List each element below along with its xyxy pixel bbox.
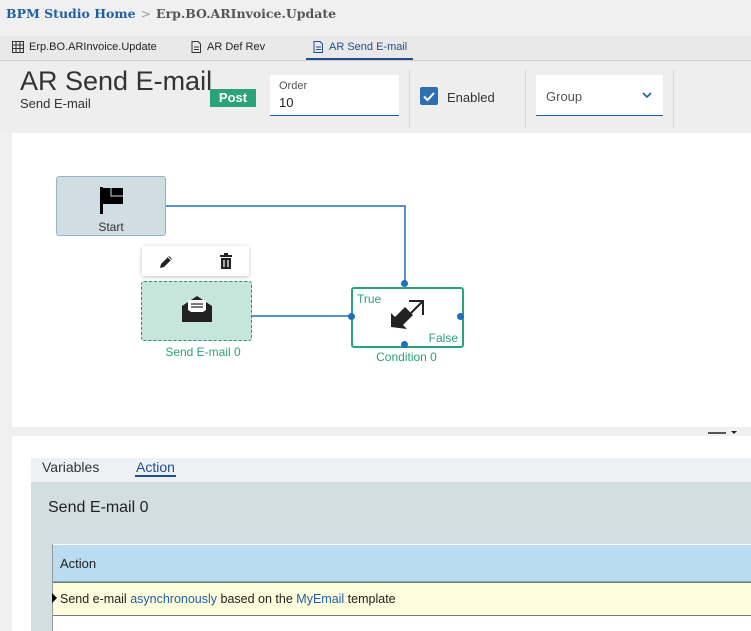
trash-icon[interactable] [217,252,235,270]
row-indicator-icon [52,593,57,603]
action-text: Send e-mail [60,592,131,606]
flag-icon [100,187,123,214]
connector-port[interactable] [457,313,464,320]
action-grid-header: Action [53,545,751,582]
condition-node-label: Condition 0 [376,350,437,364]
action-text: based on the [217,592,297,606]
template-link[interactable]: MyEmail [296,592,344,606]
condition-true-label: True [357,292,382,306]
connector-port[interactable] [401,341,408,348]
send-email-node-label: Send E-mail 0 [165,345,241,359]
start-node-label: Start [98,220,124,234]
condition-false-label: False [428,331,458,345]
tab-action[interactable]: Action [135,459,176,477]
action-text: template [344,592,396,606]
async-link[interactable]: asynchronously [130,592,217,606]
tab-variables[interactable]: Variables [42,459,99,475]
section-title: Send E-mail 0 [48,499,149,516]
action-description: Send e-mail asynchronously based on the … [60,592,396,606]
table-row[interactable]: Send e-mail asynchronously based on the … [52,582,751,616]
edit-icon[interactable] [157,253,175,271]
diverge-arrows-icon [391,300,424,329]
condition-node[interactable]: True False [351,287,464,348]
connector-port[interactable] [401,280,408,287]
node-action-toolbar [142,246,249,276]
action-column-header: Action [60,556,97,571]
connector-port[interactable] [348,313,355,320]
send-email-node[interactable] [141,281,252,341]
envelope-icon [182,296,212,322]
start-node[interactable]: Start [56,176,166,236]
